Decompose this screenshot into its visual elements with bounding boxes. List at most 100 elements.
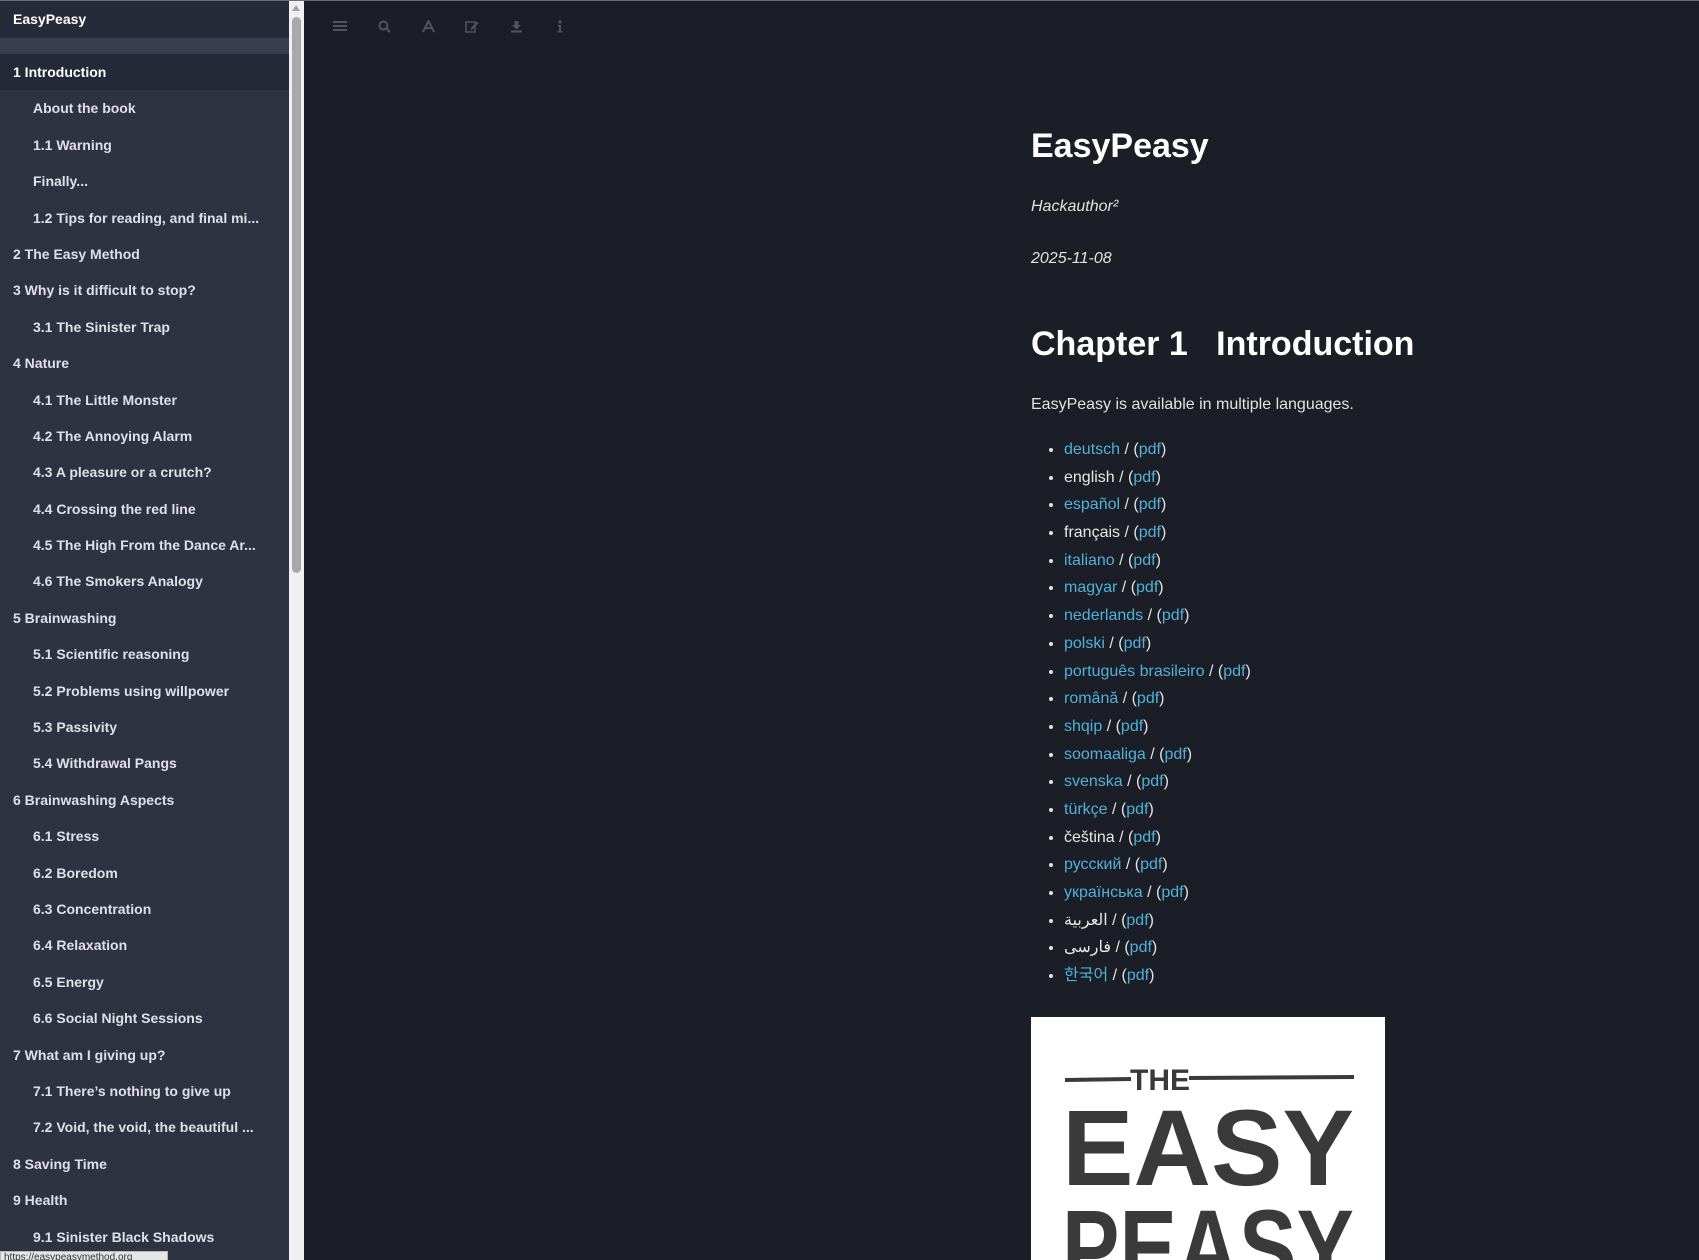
sidebar-item[interactable]: 3 Why is it difficult to stop? bbox=[0, 272, 289, 308]
sidebar-item[interactable]: 4.1 The Little Monster bbox=[0, 382, 289, 418]
info-icon[interactable] bbox=[538, 14, 582, 38]
sidebar-item[interactable]: 6 Brainwashing Aspects bbox=[0, 782, 289, 818]
sidebar-item[interactable]: 6.6 Social Night Sessions bbox=[0, 1000, 289, 1036]
sidebar-item[interactable]: 5 Brainwashing bbox=[0, 600, 289, 636]
pdf-link[interactable]: pdf bbox=[1126, 912, 1148, 929]
sidebar-item[interactable]: 2 The Easy Method bbox=[0, 236, 289, 272]
book-cover-image: THE EASY PEASY bbox=[1031, 1017, 1385, 1260]
pdf-link[interactable]: pdf bbox=[1136, 579, 1158, 596]
download-icon[interactable] bbox=[494, 14, 538, 38]
language-link[interactable]: shqip bbox=[1064, 718, 1102, 735]
chapter-heading: Chapter 1 Introduction bbox=[1031, 325, 1415, 363]
pdf-link[interactable]: pdf bbox=[1133, 552, 1155, 569]
language-link[interactable]: svenska bbox=[1064, 773, 1123, 790]
scroll-up-arrow-icon[interactable] bbox=[292, 5, 300, 11]
edit-icon[interactable] bbox=[450, 14, 494, 38]
pdf-link[interactable]: pdf bbox=[1139, 441, 1161, 458]
sidebar-item[interactable]: 6.3 Concentration bbox=[0, 891, 289, 927]
close-paren: ) bbox=[1155, 468, 1161, 486]
language-link[interactable]: nederlands bbox=[1064, 607, 1143, 624]
sidebar-item[interactable]: 6.1 Stress bbox=[0, 818, 289, 854]
pdf-link[interactable]: pdf bbox=[1223, 663, 1245, 680]
sidebar-item[interactable]: 5.2 Problems using willpower bbox=[0, 673, 289, 709]
pdf-link[interactable]: pdf bbox=[1139, 496, 1161, 513]
language-list-item: português brasileiro / (pdf) bbox=[1064, 658, 1651, 686]
pdf-link[interactable]: pdf bbox=[1124, 635, 1146, 652]
language-separator: / ( bbox=[1142, 884, 1162, 901]
sidebar-item[interactable]: 6.2 Boredom bbox=[0, 855, 289, 891]
close-paren: ) bbox=[1183, 884, 1189, 901]
sidebar-item[interactable]: 4.4 Crossing the red line bbox=[0, 491, 289, 527]
language-list-item: فارسی / (pdf) bbox=[1064, 934, 1651, 962]
book-author: Hackauthor² bbox=[1031, 198, 1119, 215]
close-paren: ) bbox=[1160, 524, 1167, 542]
search-icon[interactable] bbox=[362, 14, 406, 38]
language-link[interactable]: soomaaliga bbox=[1064, 746, 1146, 763]
pdf-link[interactable]: pdf bbox=[1127, 967, 1149, 984]
sidebar-item[interactable]: 8 Saving Time bbox=[0, 1146, 289, 1182]
sidebar-item[interactable]: 1.2 Tips for reading, and final mi... bbox=[0, 200, 289, 236]
language-separator: / ( bbox=[1122, 773, 1142, 791]
language-link[interactable]: 한국어 bbox=[1064, 967, 1108, 984]
close-paren: ) bbox=[1143, 717, 1149, 735]
close-paren: ) bbox=[1184, 607, 1190, 625]
pdf-link[interactable]: pdf bbox=[1141, 773, 1163, 790]
sidebar-scrollbar[interactable] bbox=[289, 1, 304, 1260]
close-paren: ) bbox=[1148, 800, 1154, 818]
pdf-link[interactable]: pdf bbox=[1161, 884, 1183, 901]
sidebar-item[interactable]: 9.1 Sinister Black Shadows bbox=[0, 1219, 289, 1255]
language-link[interactable]: türkçe bbox=[1064, 801, 1108, 818]
language-link[interactable]: italiano bbox=[1064, 552, 1115, 569]
language-link[interactable]: magyar bbox=[1064, 579, 1117, 596]
sidebar-item[interactable]: 1.1 Warning bbox=[0, 127, 289, 163]
language-link[interactable]: română bbox=[1064, 690, 1118, 707]
sidebar-item[interactable]: 6.5 Energy bbox=[0, 964, 289, 1000]
pdf-link[interactable]: pdf bbox=[1137, 690, 1159, 707]
pdf-link[interactable]: pdf bbox=[1140, 856, 1162, 873]
language-separator: / ( bbox=[1107, 800, 1127, 818]
sidebar-item[interactable]: 3.1 The Sinister Trap bbox=[0, 309, 289, 345]
sidebar-item[interactable]: 4 Nature bbox=[0, 345, 289, 381]
sidebar-item[interactable]: 4.2 The Annoying Alarm bbox=[0, 418, 289, 454]
pdf-link[interactable]: pdf bbox=[1139, 524, 1161, 541]
language-list-item: deutsch / (pdf) bbox=[1064, 436, 1651, 464]
pdf-link[interactable]: pdf bbox=[1162, 607, 1184, 624]
language-link[interactable]: polski bbox=[1064, 635, 1105, 652]
menu-icon[interactable] bbox=[318, 14, 362, 38]
language-link[interactable]: português brasileiro bbox=[1064, 663, 1205, 680]
pdf-link[interactable]: pdf bbox=[1165, 746, 1187, 763]
sidebar-item[interactable]: 7.2 Void, the void, the beautiful ... bbox=[0, 1109, 289, 1145]
sidebar-title[interactable]: EasyPeasy bbox=[0, 1, 289, 37]
language-separator: / ( bbox=[1108, 967, 1127, 985]
language-list: deutsch / (pdf)english / (pdf)español / … bbox=[1031, 436, 1651, 990]
sidebar-item[interactable]: 7.1 There’s nothing to give up bbox=[0, 1073, 289, 1109]
sidebar-item[interactable]: 6.4 Relaxation bbox=[0, 927, 289, 963]
sidebar-item[interactable]: 4.3 A pleasure or a crutch? bbox=[0, 454, 289, 490]
language-link[interactable]: русский bbox=[1064, 856, 1121, 873]
pdf-link[interactable]: pdf bbox=[1121, 718, 1143, 735]
sidebar-item[interactable]: 5.3 Passivity bbox=[0, 709, 289, 745]
language-separator: / ( bbox=[1120, 496, 1139, 514]
language-separator: / ( bbox=[1118, 690, 1137, 708]
sidebar-item[interactable]: 5.4 Withdrawal Pangs bbox=[0, 745, 289, 781]
sidebar-item[interactable]: 5.1 Scientific reasoning bbox=[0, 636, 289, 672]
sidebar-item[interactable]: 7 What am I giving up? bbox=[0, 1037, 289, 1073]
language-separator: / ( bbox=[1204, 662, 1224, 680]
pdf-link[interactable]: pdf bbox=[1130, 939, 1152, 956]
sidebar-item[interactable]: 9 Health bbox=[0, 1182, 289, 1218]
language-link: العربية bbox=[1064, 911, 1108, 929]
pdf-link[interactable]: pdf bbox=[1133, 469, 1155, 486]
sidebar-item[interactable]: Finally... bbox=[0, 163, 289, 199]
sidebar-item[interactable]: 4.5 The High From the Dance Ar... bbox=[0, 527, 289, 563]
language-link[interactable]: українська bbox=[1064, 884, 1143, 901]
language-link[interactable]: deutsch bbox=[1064, 441, 1120, 458]
font-icon[interactable] bbox=[406, 14, 450, 38]
language-link[interactable]: español bbox=[1064, 496, 1120, 513]
pdf-link[interactable]: pdf bbox=[1133, 829, 1155, 846]
sidebar-item[interactable]: 4.6 The Smokers Analogy bbox=[0, 563, 289, 599]
pdf-link[interactable]: pdf bbox=[1126, 801, 1148, 818]
sidebar-item[interactable]: 1 Introduction bbox=[0, 54, 289, 91]
sidebar-item[interactable]: About the book bbox=[0, 90, 289, 126]
scrollbar-thumb[interactable] bbox=[292, 17, 301, 573]
language-list-item: soomaaliga / (pdf) bbox=[1064, 741, 1651, 769]
